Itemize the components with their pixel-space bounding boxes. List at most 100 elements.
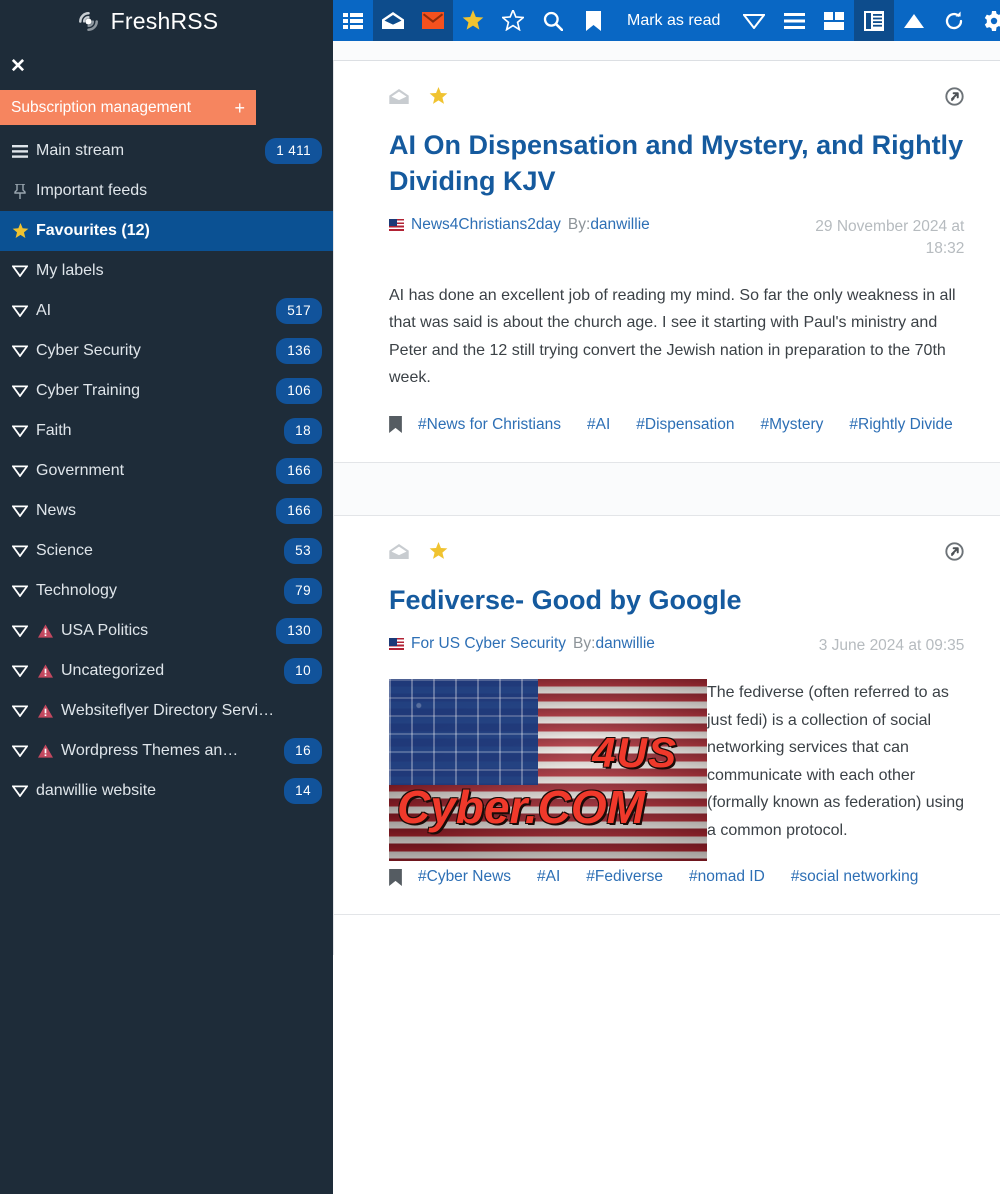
sidebar-item-news[interactable]: News 166 (0, 491, 333, 531)
unread-count-badge: 166 (276, 458, 322, 484)
unread-count-badge: 106 (276, 378, 322, 404)
star-filled-icon[interactable] (453, 0, 493, 41)
sidebar-item-label: Government (36, 462, 125, 479)
article-body-text: AI has done an excellent job of reading … (389, 286, 956, 387)
sidebar-item-wordpress-themes-an[interactable]: Wordpress Themes an… 16 (0, 731, 333, 771)
add-subscription-icon[interactable]: + (234, 99, 245, 117)
sidebar-item-my-labels[interactable]: My labels (0, 251, 333, 291)
author-name[interactable]: danwillie (595, 635, 654, 652)
article-tag[interactable]: #nomad ID (689, 868, 765, 886)
envelope-open-icon[interactable] (389, 89, 409, 107)
sidebar-close-row: ✕ (0, 42, 333, 90)
search-icon[interactable] (533, 0, 573, 41)
sidebar-item-main-stream[interactable]: Main stream 1 411 (0, 131, 333, 171)
article-body-text: The fediverse (often referred to as just… (707, 684, 965, 839)
subscription-management-button[interactable]: Subscription management + (0, 90, 256, 125)
sidebar-item-cyber-security[interactable]: Cyber Security 136 (0, 331, 333, 371)
article-title[interactable]: AI On Dispensation and Mystery, and Righ… (389, 128, 964, 199)
triangle-down-icon[interactable] (734, 0, 774, 41)
sidebar-item-websiteflyer-directory-servi[interactable]: Websiteflyer Directory Servi… (0, 691, 333, 731)
sidebar-item-label: Wordpress Themes an… (61, 742, 239, 759)
unread-count-badge: 136 (276, 338, 322, 364)
triangle-down-icon (11, 785, 29, 797)
star-outline-icon[interactable] (493, 0, 533, 41)
sidebar-item-label: Uncategorized (61, 662, 165, 679)
content-top-gap (333, 41, 1000, 61)
sidebar-item-faith[interactable]: Faith 18 (0, 411, 333, 451)
sidebar-item-important-feeds[interactable]: Important feeds (0, 171, 333, 211)
article-tag[interactable]: #AI (537, 868, 560, 886)
article-title[interactable]: Fediverse- Good by Google (389, 583, 964, 619)
unread-count-badge: 18 (284, 418, 322, 444)
article-tag[interactable]: #Rightly Divide (849, 416, 952, 434)
sidebar-item-label: Science (36, 542, 93, 559)
triangle-down-icon (11, 305, 29, 317)
grid-view-icon[interactable] (814, 0, 854, 41)
envelope-unread-icon[interactable] (413, 0, 453, 41)
refresh-icon[interactable] (934, 0, 974, 41)
triangle-down-icon (11, 465, 29, 477)
author-name[interactable]: danwillie (590, 216, 649, 233)
triangle-down-icon (11, 745, 29, 757)
unread-count-badge: 14 (284, 778, 322, 804)
list-view-icon[interactable] (333, 0, 373, 41)
article-image: 4US Cyber.COM (389, 679, 707, 861)
article-source: For US Cyber Security By:danwillie (389, 635, 655, 653)
close-icon[interactable]: ✕ (4, 53, 32, 80)
triangle-down-icon (11, 265, 29, 277)
article-tag[interactable]: #Cyber News (418, 868, 511, 886)
article-separator (333, 462, 1000, 516)
unread-count-badge: 1 411 (265, 138, 322, 164)
mark-as-read-button[interactable]: Mark as read (613, 0, 734, 41)
article-image-text-bottom: Cyber.COM (397, 780, 645, 833)
article-tag[interactable]: #social networking (791, 868, 919, 886)
share-circle-icon[interactable] (945, 87, 964, 111)
sidebar-item-ai[interactable]: AI 517 (0, 291, 333, 331)
sidebar-item-science[interactable]: Science 53 (0, 531, 333, 571)
article-meta: For US Cyber Security By:danwillie 3 June … (389, 635, 964, 657)
envelope-open-icon[interactable] (389, 543, 409, 562)
unread-count-badge: 166 (276, 498, 322, 524)
article-meta: News4Christians2day By:danwillie 29 Novemb… (389, 216, 964, 259)
bookmark-icon (389, 416, 402, 434)
sidebar-item-label: Favourites (12) (36, 222, 150, 239)
article-date: 29 November 2024 at 18:32 (815, 218, 965, 257)
triangle-down-icon (11, 505, 29, 517)
bookmark-icon[interactable] (573, 0, 613, 41)
sidebar-item-uncategorized[interactable]: Uncategorized 10 (0, 651, 333, 691)
feed-name[interactable]: For US Cyber Security (411, 635, 566, 653)
star-filled-icon[interactable] (429, 541, 448, 564)
sidebar-item-label: danwillie website (36, 782, 157, 799)
triangle-down-icon (11, 625, 29, 637)
triangle-down-icon (11, 385, 29, 397)
sidebar-item-label: Cyber Training (36, 382, 141, 399)
warning-icon (36, 624, 54, 638)
hamburger-icon[interactable] (774, 0, 814, 41)
sidebar-item-label: News (36, 502, 77, 519)
sidebar-item-label: Important feeds (36, 182, 148, 199)
triangle-up-icon[interactable] (894, 0, 934, 41)
gear-icon[interactable] (974, 0, 1000, 41)
star-filled-icon[interactable] (429, 87, 448, 109)
feed-name[interactable]: News4Christians2day (411, 216, 561, 234)
article-tag[interactable]: #Dispensation (636, 416, 734, 434)
reading-view-icon[interactable] (854, 0, 895, 41)
sidebar-item-cyber-training[interactable]: Cyber Training 106 (0, 371, 333, 411)
sidebar-item-label: Faith (36, 422, 72, 439)
sidebar-item-favourites-12[interactable]: Favourites (12) (0, 211, 333, 251)
sidebar-item-label: My labels (36, 262, 104, 279)
sidebar-item-technology[interactable]: Technology 79 (0, 571, 333, 611)
sidebar-item-usa-politics[interactable]: USA Politics 130 (0, 611, 333, 651)
article-stream: AI On Dispensation and Mystery, and Righ… (333, 61, 1000, 1194)
article-tag[interactable]: #AI (587, 416, 610, 434)
sidebar-item-government[interactable]: Government 166 (0, 451, 333, 491)
article-tag[interactable]: #News for Christians (418, 416, 561, 434)
share-circle-icon[interactable] (945, 542, 964, 566)
brand-header: FreshRSS (0, 0, 333, 42)
sidebar-item-danwillie-website[interactable]: danwillie website 14 (0, 771, 333, 811)
article-tag[interactable]: #Mystery (761, 416, 824, 434)
stream-tail-gap (333, 915, 1000, 956)
article-tag[interactable]: #Fediverse (586, 868, 663, 886)
sidebar-item-label: USA Politics (61, 622, 149, 639)
envelope-open-icon[interactable] (373, 0, 413, 41)
